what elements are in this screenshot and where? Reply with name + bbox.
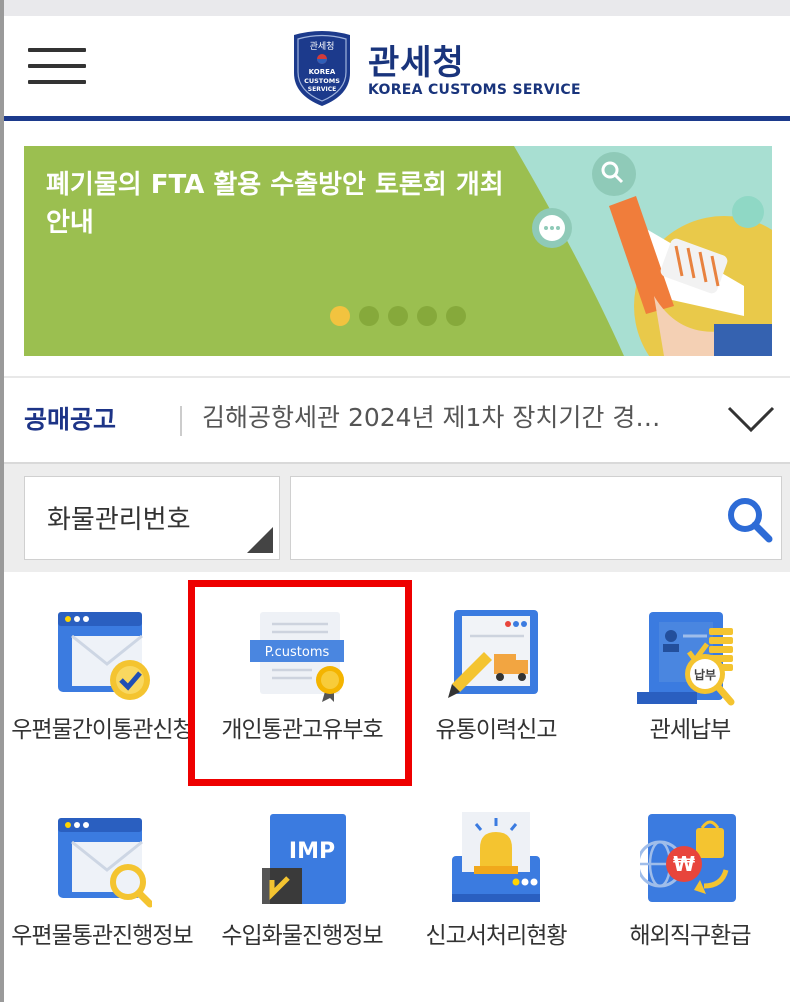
- alarm-light-icon: [452, 812, 540, 902]
- menu-item-label: 우편물간이통관신청: [11, 717, 193, 743]
- mail-search-icon: [58, 818, 152, 908]
- banner-text: 폐기물의 FTA 활용 수출방안 토론회 개최 안내: [46, 170, 504, 238]
- menu-item-declaration-status[interactable]: 신고서처리현황: [398, 778, 594, 978]
- dropdown-triangle-icon: [247, 527, 273, 553]
- carousel-dot[interactable]: [388, 306, 408, 326]
- search-field: [290, 476, 782, 560]
- menu-item-postal-simple-clearance[interactable]: 우편물간이통관신청: [4, 572, 200, 772]
- notice-ticker: 공매공고 김해공항세관 2024년 제1차 장치기간 경…: [4, 378, 790, 462]
- menu-item-label: 해외직구환급: [629, 923, 752, 949]
- promo-banner[interactable]: 폐기물의 FTA 활용 수출방안 토론회 개최 안내: [24, 146, 772, 356]
- svg-text:납부: 납부: [694, 668, 716, 682]
- menu-item-personal-customs-code[interactable]: P.customs 개인통관고유부호: [204, 572, 400, 772]
- kcs-emblem-icon: 관세청 KOREA CUSTOMS SERVICE: [294, 31, 350, 106]
- svg-text:CUSTOMS: CUSTOMS: [304, 77, 340, 85]
- header: 관세청 KOREA CUSTOMS SERVICE 관세청 KOREA CUST…: [4, 16, 790, 116]
- menu-item-overseas-purchase-refund[interactable]: ₩ 해외직구환급: [592, 778, 788, 978]
- carousel-dot[interactable]: [446, 306, 466, 326]
- kcs-logo[interactable]: 관세청 KOREA CUSTOMS SERVICE 관세청 KOREA CUST…: [290, 29, 581, 109]
- hamburger-bar: [28, 80, 86, 84]
- menu-item-postal-clearance-progress[interactable]: 우편물통관진행정보: [4, 778, 200, 978]
- truck-report-icon: [448, 610, 538, 698]
- mail-check-icon: [58, 612, 150, 700]
- search-type-value: 화물관리번호: [47, 505, 191, 535]
- svg-text:IMP: IMP: [289, 839, 335, 864]
- svg-text:KOREA: KOREA: [309, 68, 336, 76]
- carousel-dot[interactable]: [417, 306, 437, 326]
- svg-text:관세청: 관세청: [310, 41, 335, 52]
- header-divider: [4, 116, 790, 121]
- search-bar: 화물관리번호: [4, 462, 790, 572]
- notice-text[interactable]: 김해공항세관 2024년 제1차 장치기간 경…: [202, 398, 702, 434]
- import-cargo-icon: IMP: [262, 814, 346, 904]
- logo-title: 관세청: [368, 43, 465, 83]
- menu-item-import-cargo-progress[interactable]: IMP 수입화물진행정보: [204, 778, 400, 978]
- menu-item-label: 개인통관고유부호: [221, 717, 383, 743]
- hamburger-menu-button[interactable]: [28, 44, 86, 88]
- carousel-dots: [330, 306, 475, 326]
- notice-category[interactable]: 공매공고: [24, 400, 116, 436]
- svg-text:P.customs: P.customs: [265, 645, 330, 660]
- overseas-refund-icon: ₩: [640, 814, 736, 902]
- tax-payment-icon: 납부: [637, 612, 735, 706]
- search-input[interactable]: [301, 491, 715, 545]
- chevron-down-icon[interactable]: [726, 398, 776, 438]
- hamburger-bar: [28, 64, 86, 68]
- carousel-dot[interactable]: [359, 306, 379, 326]
- notice-divider: [180, 406, 182, 436]
- hamburger-bar: [28, 48, 86, 52]
- menu-item-label: 수입화물진행정보: [221, 923, 383, 949]
- menu-item-tax-payment[interactable]: 납부 관세납부: [592, 572, 788, 772]
- menu-item-label: 신고서처리현황: [425, 923, 567, 949]
- search-type-select[interactable]: 화물관리번호: [24, 476, 280, 560]
- menu-item-label: 우편물통관진행정보: [11, 923, 193, 949]
- search-icon[interactable]: [725, 495, 773, 543]
- p-customs-certificate-icon: P.customs: [250, 612, 344, 702]
- status-strip: [0, 0, 790, 16]
- menu-item-label: 관세납부: [649, 717, 732, 743]
- menu-item-distribution-history[interactable]: 유통이력신고: [398, 572, 594, 772]
- menu-item-label: 유통이력신고: [435, 717, 558, 743]
- svg-text:SERVICE: SERVICE: [308, 86, 336, 93]
- svg-text:₩: ₩: [673, 852, 695, 876]
- logo-subtitle: KOREA CUSTOMS SERVICE: [368, 82, 581, 98]
- quick-menu-grid: 우편물간이통관신청 P.customs 개인통관고유부호 유통이력신고 납부 관…: [4, 572, 790, 1002]
- carousel-dot[interactable]: [330, 306, 350, 326]
